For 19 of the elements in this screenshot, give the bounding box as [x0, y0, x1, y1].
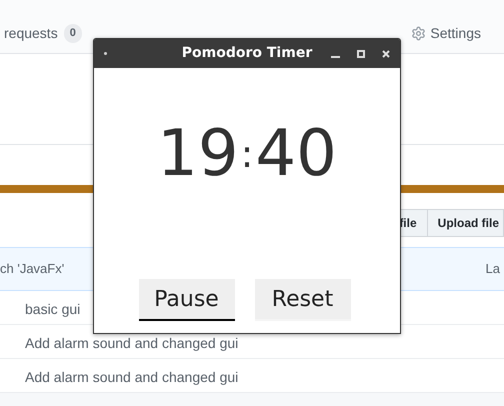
commit-message: Add alarm sound and changed gui [25, 368, 238, 387]
timer-minutes: 19 [157, 122, 239, 186]
latest-commit-label: La [486, 260, 501, 278]
timer-separator: : [240, 134, 254, 172]
window-menu-icon[interactable] [104, 52, 107, 55]
window-title: Pomodoro Timer [182, 44, 312, 63]
commit-message: Add alarm sound and changed gui [25, 334, 238, 353]
commit-message: ch 'JavaFx' [0, 260, 64, 278]
timer-button[interactable]: Reset [254, 279, 350, 321]
close-icon[interactable] [382, 50, 390, 58]
maximize-icon[interactable] [357, 50, 365, 58]
timer-seconds: 40 [255, 122, 337, 186]
repo-tab[interactable]: Settings [430, 23, 481, 44]
repo-tab[interactable]: requests [4, 23, 58, 44]
count-badge: 0 [64, 24, 82, 43]
timer-button[interactable]: Pause [138, 279, 234, 321]
commit-message: basic gui [25, 300, 80, 319]
file-button[interactable]: Upload file [428, 209, 504, 237]
settings-icon [411, 26, 426, 41]
